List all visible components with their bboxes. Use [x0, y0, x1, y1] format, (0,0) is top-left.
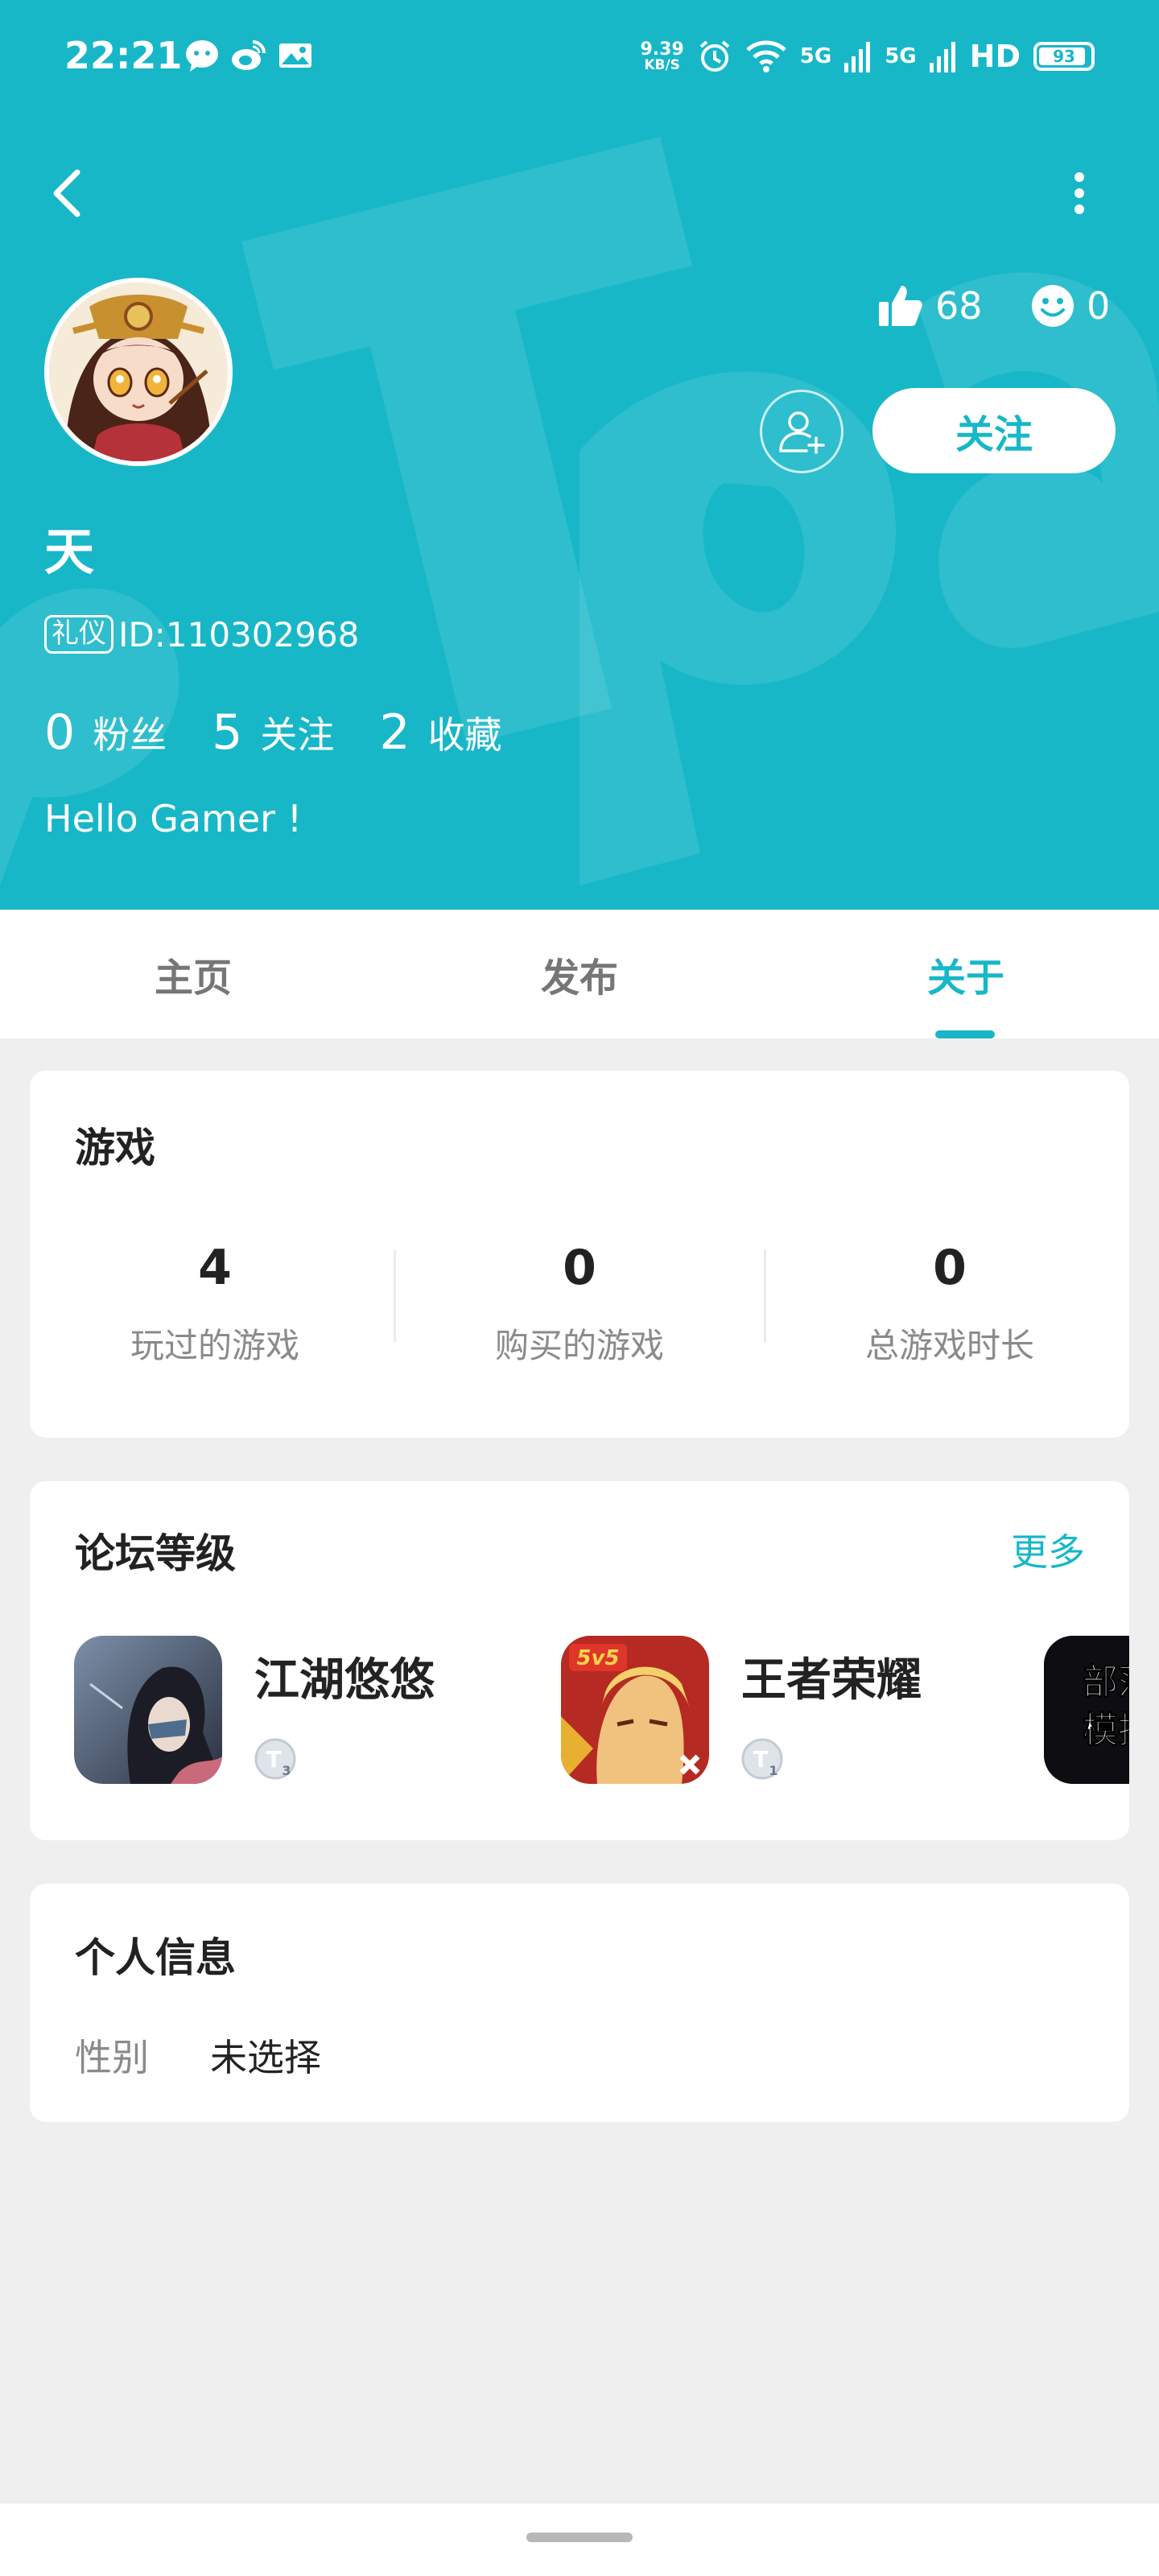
alarm-icon: [699, 40, 730, 72]
username: 天: [44, 522, 95, 581]
signal-bars-2-icon: [929, 42, 955, 72]
followers-number: 0: [44, 704, 76, 761]
follow-button[interactable]: 关注: [872, 388, 1116, 473]
forum-item-jianghu[interactable]: 江湖悠悠 T 3: [74, 1636, 435, 1785]
total-playtime-label: 总游戏时长: [864, 1326, 1034, 1365]
profile-header: 22:21 9.39 KB/S 5G 5G HD 93 68 0 关注 天 礼仪…: [0, 0, 1159, 910]
forum-name: 王者荣耀: [741, 1654, 922, 1707]
battery-level: 93: [1053, 47, 1075, 66]
gender-value: 未选择: [210, 2036, 321, 2079]
personal-info-title: 个人信息: [75, 1934, 236, 1981]
level-number: 1: [769, 1763, 777, 1778]
net-speed-unit: KB/S: [644, 56, 680, 73]
smiles-stat[interactable]: 0: [1030, 274, 1110, 338]
likes-count: 68: [935, 284, 983, 328]
signal-bars-1-icon: [844, 42, 871, 72]
user-id: ID:110302968: [118, 614, 360, 654]
signal-2-label: 5G: [885, 44, 917, 68]
active-tab-indicator: [935, 1030, 995, 1038]
status-right-group: 9.39 KB/S 5G 5G HD 93: [640, 32, 1095, 80]
games-title: 游戏: [75, 1125, 155, 1171]
tab-about[interactable]: 关于: [845, 910, 1087, 1038]
favorites-count[interactable]: 2 收藏: [379, 704, 501, 761]
played-games-stat[interactable]: 4 玩过的游戏: [30, 1240, 400, 1368]
played-games-count: 4: [198, 1240, 232, 1296]
level-number: 3: [282, 1763, 291, 1778]
status-time: 22:21: [64, 34, 183, 77]
forum-info: 王者荣耀 T 1: [741, 1636, 922, 1785]
etiquette-badge[interactable]: 礼仪: [44, 615, 113, 654]
hd-label: HD: [969, 39, 1021, 74]
signal-1-label: 5G: [799, 44, 832, 68]
favorites-label: 收藏: [427, 713, 502, 757]
gender-label: 性别: [75, 2036, 149, 2079]
back-arrow-icon[interactable]: [42, 161, 90, 225]
forum-name: 江湖悠悠: [254, 1654, 435, 1707]
svg-text:T: T: [753, 1746, 768, 1773]
purchased-games-count: 0: [563, 1240, 596, 1296]
jianghu-game-icon: [74, 1636, 222, 1784]
net-speed: 9.39 KB/S: [640, 39, 684, 73]
smiles-count: 0: [1087, 284, 1111, 328]
followers-label: 粉丝: [93, 713, 167, 757]
avatar-image: [49, 283, 228, 461]
bio: Hello Gamer !: [44, 797, 303, 840]
level-badge-icon: T 3: [254, 1738, 296, 1780]
followers-count[interactable]: 0 粉丝: [44, 704, 167, 761]
smile-icon: [1032, 285, 1074, 327]
forum-item-honor-of-kings[interactable]: 5v5 王者荣耀 T 1: [561, 1636, 922, 1785]
thumbs-up-icon: [879, 286, 922, 326]
avatar[interactable]: [44, 278, 233, 466]
purchased-games-stat[interactable]: 0 购买的游戏: [394, 1240, 765, 1368]
following-count[interactable]: 5 关注: [212, 704, 334, 761]
profile-page: 22:21 9.39 KB/S 5G 5G HD 93 68 0 关注 天 礼仪…: [0, 0, 1159, 2576]
forum-level-card: 论坛等级 更多 江湖悠悠 T 3 5v5 王者荣耀 T 1 部 模: [30, 1481, 1129, 1840]
likes-stat[interactable]: 68: [877, 274, 983, 338]
forum-level-title: 论坛等级: [75, 1530, 236, 1577]
level-badge-icon: T 1: [741, 1738, 783, 1780]
wifi-icon: [746, 40, 786, 72]
home-gesture-bar[interactable]: [526, 2533, 633, 2542]
mail-image-icon: [279, 43, 311, 68]
profile-tabs: 主页 发布 关于: [0, 910, 1159, 1038]
wechat-icon: [186, 40, 218, 72]
following-number: 5: [212, 704, 243, 761]
total-playtime-stat[interactable]: 0 总游戏时长: [765, 1240, 1135, 1368]
status-bar: 22:21 9.39 KB/S 5G 5G HD 93: [0, 0, 1159, 113]
svg-text:模拟: 模拟: [1083, 1710, 1129, 1751]
social-counts: 0 粉丝 5 关注 2 收藏: [44, 700, 547, 765]
purchased-games-label: 购买的游戏: [494, 1326, 664, 1365]
games-card: 游戏 4 玩过的游戏 0 购买的游戏 0 总游戏时长: [30, 1071, 1129, 1438]
weibo-icon: [232, 40, 266, 70]
tab-posts[interactable]: 发布: [459, 910, 700, 1038]
total-playtime-value: 0: [933, 1240, 967, 1296]
more-options-icon[interactable]: [1059, 161, 1099, 225]
add-friend-icon: [779, 411, 825, 454]
net-speed-value: 9.39: [640, 39, 684, 60]
user-id-row: 礼仪 ID:110302968: [44, 612, 359, 657]
personal-info-card: 个人信息 性别 未选择: [30, 1884, 1129, 2122]
add-friend-button[interactable]: [760, 390, 843, 473]
svg-text:部落: 部落: [1083, 1662, 1129, 1703]
honor-of-kings-game-icon: 5v5: [561, 1636, 709, 1784]
more-link[interactable]: 更多: [1011, 1523, 1085, 1576]
forum-info: 江湖悠悠 T 3: [254, 1636, 435, 1785]
forum-item-tribe-simulator[interactable]: 部落 模拟: [1044, 1636, 1129, 1785]
following-label: 关注: [260, 713, 335, 757]
tab-home[interactable]: 主页: [72, 910, 314, 1038]
played-games-label: 玩过的游戏: [130, 1326, 299, 1365]
gender-row: 性别 未选择: [75, 2029, 321, 2082]
hok-icon-text: 5v5: [576, 1646, 619, 1670]
tribe-simulator-game-icon: 部落 模拟: [1044, 1636, 1129, 1784]
battery-icon: 93: [1033, 42, 1095, 71]
favorites-number: 2: [379, 704, 410, 761]
svg-text:T: T: [266, 1746, 281, 1773]
